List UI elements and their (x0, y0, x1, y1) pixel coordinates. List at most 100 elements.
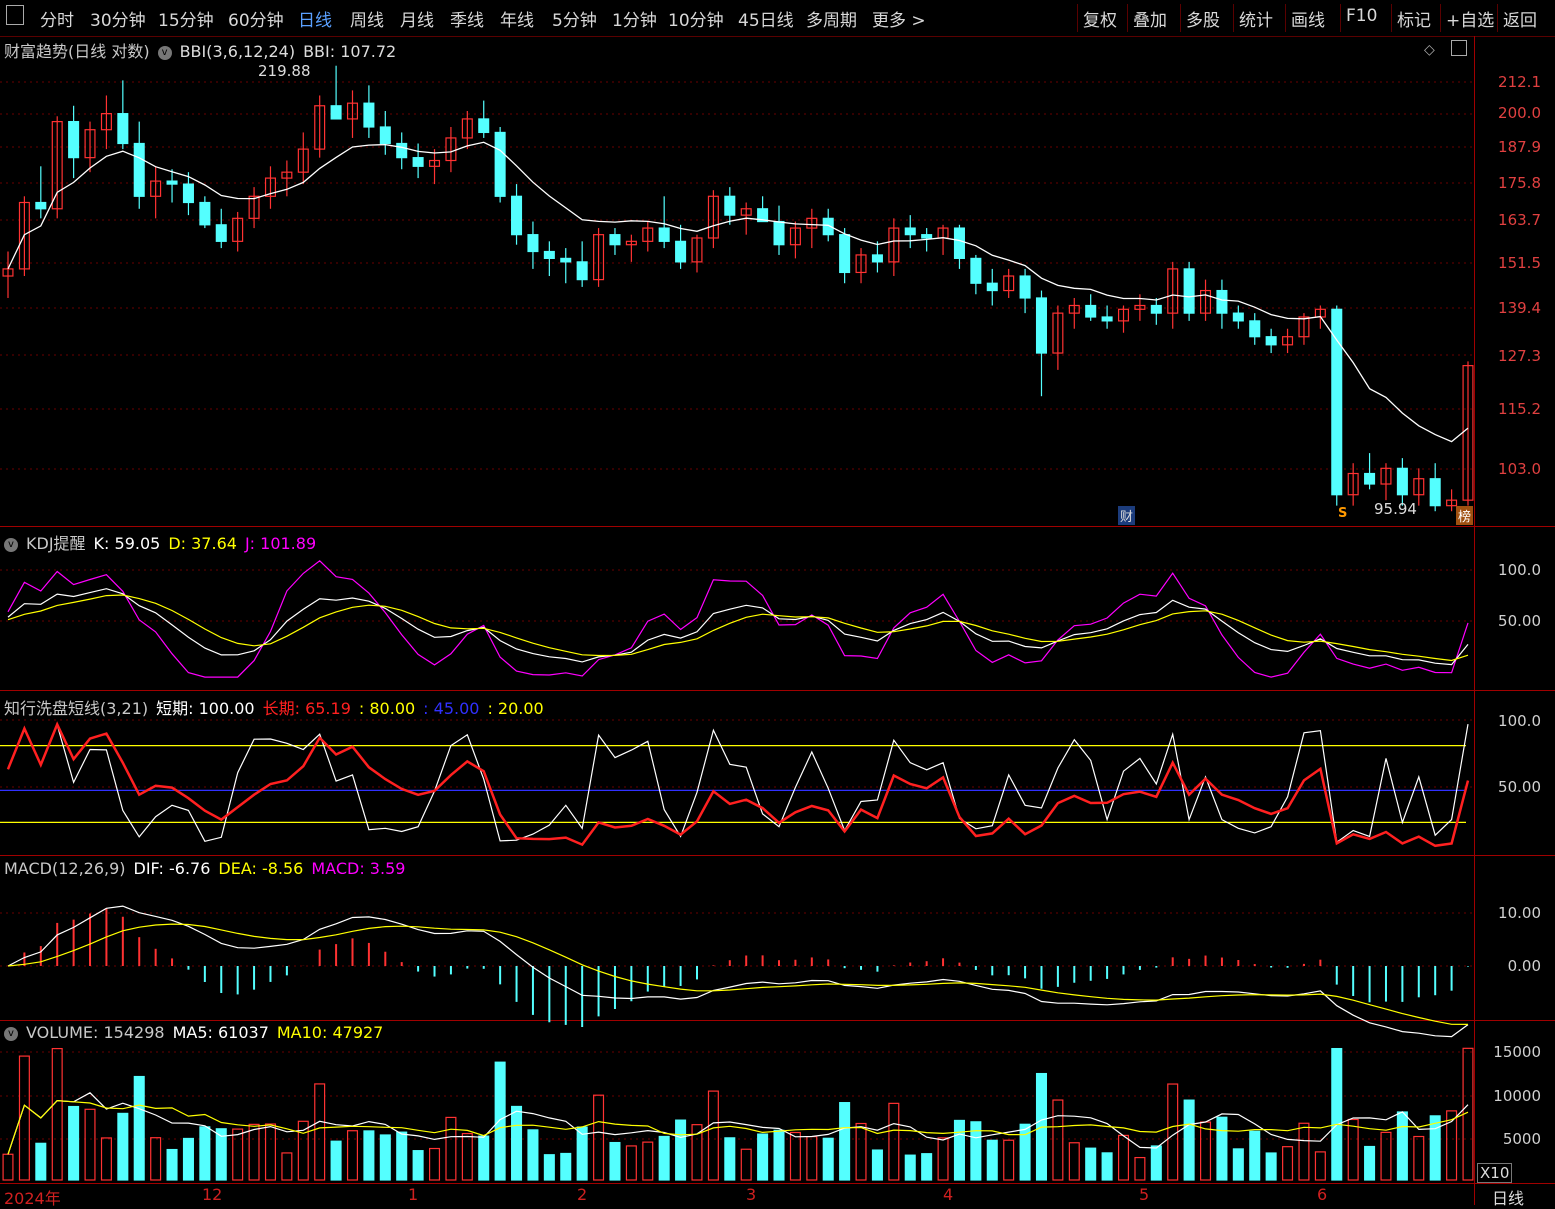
volume-bar (84, 1108, 96, 1181)
volume-bar (986, 1139, 998, 1181)
candle-body (379, 126, 391, 145)
volume-bar (461, 1132, 473, 1181)
macd-header: MACD(12,26,9) DIF: -6.76 DEA: -8.56 MACD: 3… (4, 859, 413, 878)
volume-bar (264, 1123, 276, 1181)
candle-body (675, 240, 687, 263)
price-tick: 200.0 (1498, 104, 1541, 122)
volume-bar (1052, 1099, 1064, 1181)
wash-short-line (7, 723, 1469, 844)
volume-bar (1101, 1152, 1113, 1181)
volume-bar (445, 1116, 457, 1181)
candle-body (543, 250, 555, 259)
macd-dif: DIF: -6.76 (133, 859, 211, 878)
candle-body (1216, 289, 1228, 314)
candle-body (1035, 297, 1048, 354)
x-label: 2 (577, 1185, 588, 1204)
volume-ma10: MA10: 47927 (276, 1023, 384, 1042)
kdj-tick: 100.0 (1498, 561, 1541, 579)
volume-bar (363, 1130, 375, 1181)
volume-bar (1380, 1131, 1392, 1181)
volume-bar (953, 1119, 965, 1181)
settings-circle-icon[interactable]: v (4, 537, 18, 552)
x-label: 2024年 (4, 1189, 61, 1208)
volume-bar (921, 1153, 933, 1181)
volume-bar (822, 1137, 834, 1181)
candle-body (215, 224, 227, 242)
x-label: 4 (943, 1185, 954, 1204)
volume-bar (1396, 1111, 1408, 1181)
kdj-j-line (7, 560, 1469, 678)
candle-body (363, 102, 375, 128)
kdj-title[interactable]: KDJ提醒 (26, 534, 86, 553)
candle-body (199, 201, 211, 226)
macd-value: MACD: 3.59 (311, 859, 406, 878)
volume-bar (1003, 1139, 1015, 1181)
price-tick: 139.4 (1498, 299, 1541, 317)
kdj-k: K: 59.05 (93, 534, 161, 553)
volume-unit: X10 (1477, 1163, 1513, 1183)
volume-title[interactable]: VOLUME: 154298 (26, 1023, 165, 1042)
volume-bar (724, 1137, 736, 1181)
volume-header: v VOLUME: 154298 MA5: 61037 MA10: 47927 (4, 1023, 391, 1042)
price-tick: 187.9 (1498, 138, 1541, 156)
volume-bar (675, 1119, 687, 1181)
period-label[interactable]: 日线 (1492, 1185, 1524, 1209)
volume-bar (1134, 1156, 1146, 1181)
volume-bar (1347, 1118, 1359, 1181)
candle-body (182, 183, 194, 204)
candle-body (35, 201, 47, 210)
volume-bar (1183, 1099, 1195, 1181)
candle-body (1331, 308, 1343, 496)
volume-bar (593, 1094, 605, 1181)
volume-bar (133, 1075, 145, 1181)
volume-bar (855, 1122, 867, 1181)
candle-body (1249, 320, 1261, 338)
macd-dif-line (7, 905, 1469, 1038)
high-price-label: 219.88 (258, 62, 311, 80)
volume-bar (396, 1131, 408, 1181)
wash-long: 长期: 65.19 (262, 699, 351, 718)
volume-bar (232, 1128, 244, 1181)
volume-bar (166, 1148, 178, 1181)
volume-bar (839, 1102, 851, 1181)
volume-bar (478, 1135, 490, 1181)
signal-s-badge[interactable]: S (1336, 506, 1349, 521)
volume-bar (1364, 1145, 1376, 1181)
volume-bar (199, 1126, 211, 1181)
candle-body (133, 142, 145, 197)
price-tick: 163.7 (1498, 211, 1541, 229)
volume-bar (68, 1105, 80, 1181)
volume-bar (740, 1148, 752, 1181)
volume-bar (412, 1150, 424, 1181)
candle-body (117, 113, 129, 145)
finance-badge[interactable]: 财 (1118, 506, 1136, 525)
settings-circle-icon[interactable]: v (4, 1026, 18, 1041)
kdj-j: J: 101.89 (244, 534, 317, 553)
volume-ma10-line (7, 1099, 1469, 1155)
volume-bar (1282, 1146, 1294, 1181)
kdj-header: v KDJ提醒 K: 59.05 D: 37.64 J: 101.89 (4, 530, 324, 554)
bbi-line (7, 141, 1469, 443)
candle-body (921, 234, 933, 239)
wash-l20: : 20.00 (487, 699, 544, 718)
volume-tick: 5000 (1502, 1130, 1541, 1148)
candle-body (1396, 467, 1408, 496)
wash-title[interactable]: 知行洗盘短线(3,21) (4, 699, 148, 718)
volume-bar (560, 1152, 572, 1181)
volume-ma5: MA5: 61037 (172, 1023, 269, 1042)
candle-body (1101, 316, 1113, 322)
wash-header: 知行洗盘短线(3,21) 短期: 100.00 长期: 65.19: 80.00: … (4, 695, 552, 719)
candle-body (560, 257, 572, 263)
wash-tick: 50.00 (1498, 778, 1541, 796)
volume-tick: 10000 (1493, 1087, 1541, 1105)
candle-body (970, 257, 982, 284)
volume-bar (51, 1047, 63, 1181)
candle-body (1183, 268, 1195, 314)
price-tick: 175.8 (1498, 174, 1541, 192)
rank-badge[interactable]: 榜 (1456, 506, 1474, 525)
macd-dea: DEA: -8.56 (218, 859, 304, 878)
volume-bar (773, 1129, 785, 1181)
x-label: 1 (408, 1185, 419, 1204)
macd-title[interactable]: MACD(12,26,9) (4, 859, 126, 878)
x-label: 3 (746, 1185, 757, 1204)
